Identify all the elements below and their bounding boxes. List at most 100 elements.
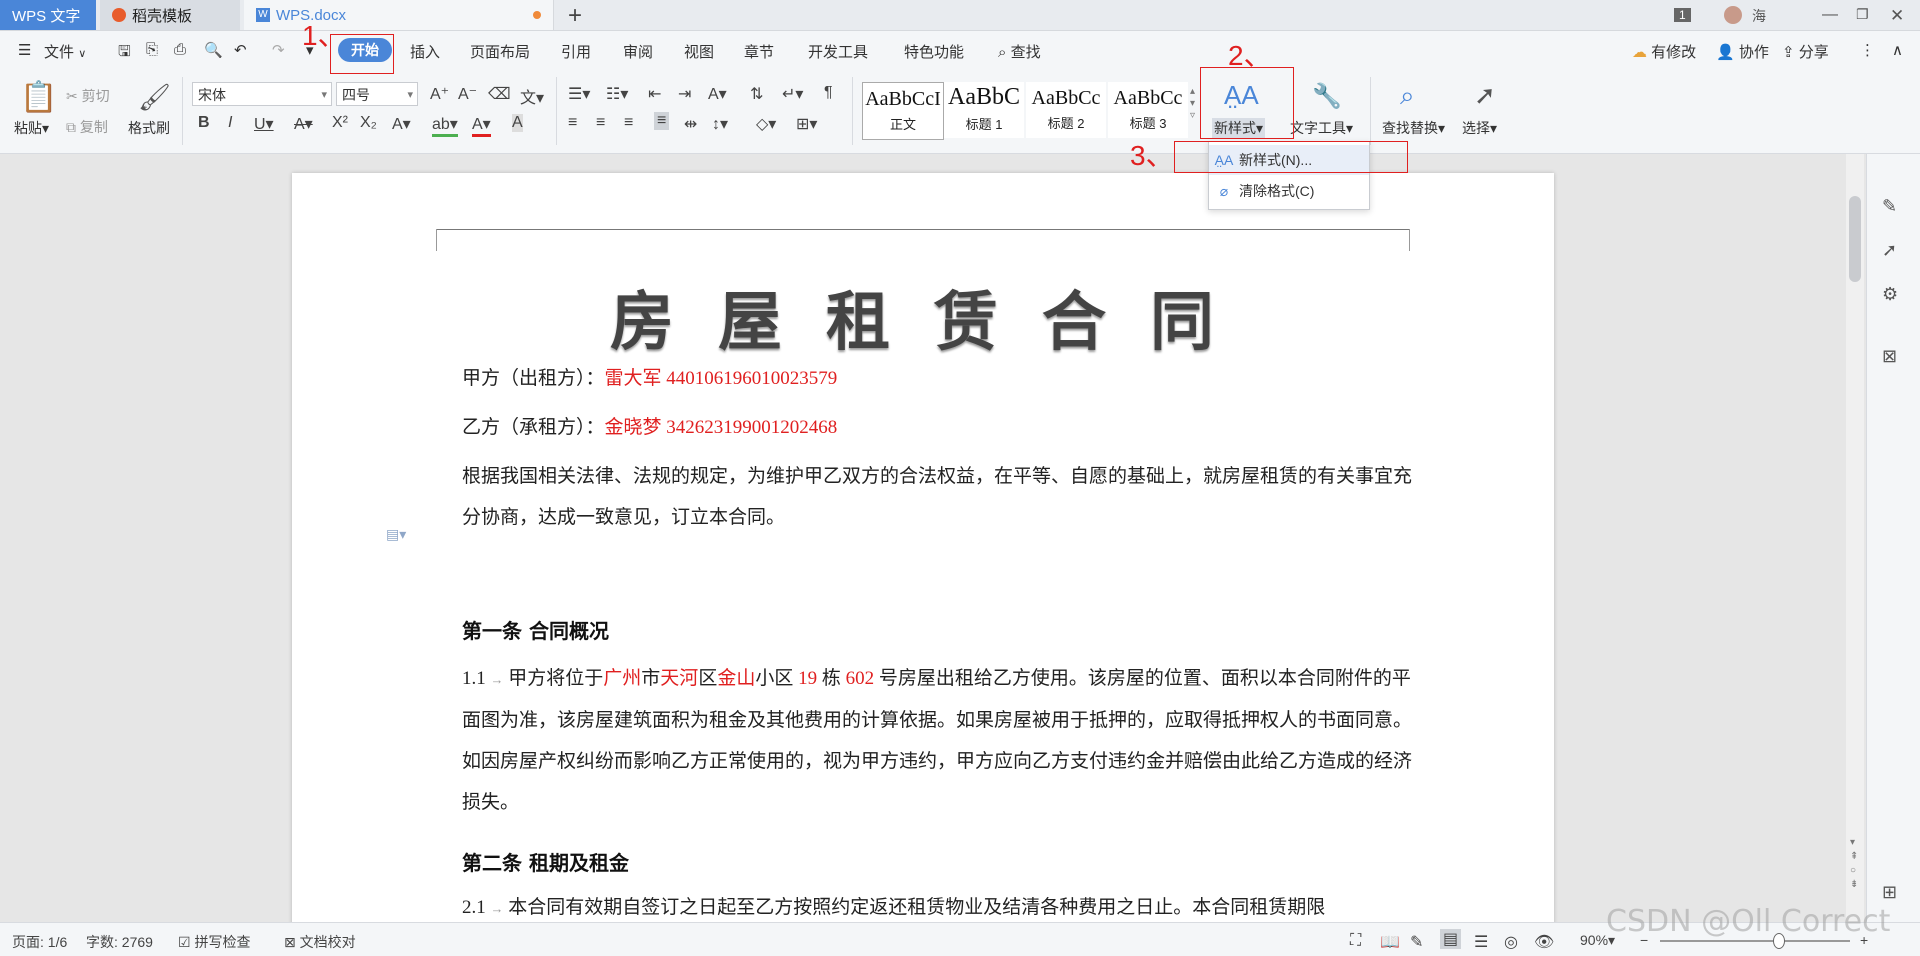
align-center-icon[interactable]: ≡: [596, 114, 605, 132]
show-marks-icon[interactable]: ¶: [824, 84, 833, 102]
edit-mode-icon[interactable]: ✎: [1410, 932, 1423, 952]
phonetic-icon[interactable]: 文▾: [520, 84, 544, 108]
copy-button[interactable]: ⧉ 复制: [66, 117, 108, 137]
italic-icon[interactable]: I: [228, 114, 232, 132]
user-name[interactable]: 海: [1752, 6, 1766, 26]
line-spacing-icon[interactable]: ↕▾: [712, 114, 728, 134]
wrench-icon[interactable]: 🔧: [1312, 82, 1342, 111]
menu-review[interactable]: 审阅: [623, 41, 653, 62]
collaborate-button[interactable]: 👤 协作: [1716, 41, 1769, 62]
spell-check-button[interactable]: ☑ 拼写检查: [178, 932, 250, 952]
style-heading-3[interactable]: AaBbCc 标题 3: [1108, 82, 1188, 138]
restore-icon[interactable]: ❐: [1856, 6, 1869, 23]
clear-format-menu-item[interactable]: ⌀ 清除格式(C): [1209, 176, 1369, 206]
menu-developer[interactable]: 开发工具: [808, 41, 868, 62]
find-replace-icon[interactable]: ⌕: [1400, 80, 1415, 112]
word-count[interactable]: 字数: 2769: [86, 932, 153, 952]
paragraph-handle-icon[interactable]: ▤▾: [386, 526, 406, 543]
collapse-ribbon-icon[interactable]: ∧: [1892, 41, 1903, 59]
sort-icon[interactable]: ⇅: [750, 84, 763, 104]
increase-indent-icon[interactable]: ⇥: [678, 84, 691, 104]
shrink-font-icon[interactable]: A⁻: [458, 84, 477, 104]
tab-docer-templates[interactable]: 稻壳模板: [100, 0, 240, 30]
text-effect-icon[interactable]: A▾: [392, 114, 411, 134]
shading-icon[interactable]: ◇▾: [756, 114, 776, 134]
align-right-icon[interactable]: ≡: [624, 114, 633, 132]
side-panel-icon[interactable]: ⊠: [1882, 346, 1897, 367]
page-badge[interactable]: 1: [1674, 8, 1691, 22]
eye-protection-icon[interactable]: 👁: [1534, 932, 1554, 952]
borders-icon[interactable]: ⊞▾: [796, 114, 817, 134]
page-nav-icon[interactable]: ▾ ⇞ ○ ⇟: [1850, 836, 1858, 892]
print-preview-icon[interactable]: 🔍: [204, 41, 223, 59]
style-heading-1[interactable]: AaBbC 标题 1: [944, 82, 1024, 138]
avatar[interactable]: [1724, 6, 1742, 24]
justify-icon[interactable]: ≡: [654, 112, 670, 130]
grow-font-icon[interactable]: A⁺: [430, 84, 449, 104]
zoom-slider[interactable]: [1660, 940, 1850, 942]
decrease-indent-icon[interactable]: ⇤: [648, 84, 661, 104]
minimize-icon[interactable]: —: [1822, 6, 1838, 24]
font-name-select[interactable]: 宋体: [192, 82, 332, 107]
document-page[interactable]: 房屋租赁合同 甲方（出租方）：雷大军 440106196010023579 乙方…: [292, 173, 1554, 933]
edit-pen-icon[interactable]: ✎: [1882, 196, 1897, 217]
align-left-icon[interactable]: ≡: [568, 114, 577, 132]
gallery-scroll-icon[interactable]: ▴ ▾ ▿: [1190, 86, 1195, 122]
page-view-icon[interactable]: ▤: [1440, 929, 1462, 949]
subscript-icon[interactable]: X₂: [360, 114, 377, 132]
web-view-icon[interactable]: ◎: [1504, 932, 1518, 952]
format-painter-button[interactable]: 格式刷: [128, 118, 170, 138]
menu-page-layout[interactable]: 页面布局: [470, 41, 530, 62]
font-size-select[interactable]: 四号: [336, 82, 418, 107]
tab-wps-writer[interactable]: WPS 文字: [0, 0, 96, 30]
style-normal[interactable]: AaBbCcI 正文: [862, 82, 944, 140]
proofread-button[interactable]: ⊠ 文档校对: [284, 932, 356, 952]
eraser-icon[interactable]: ⌫: [488, 84, 511, 104]
pointer-icon[interactable]: ➚: [1882, 240, 1897, 261]
modified-button[interactable]: ☁ 有修改: [1632, 41, 1696, 62]
superscript-icon[interactable]: X²: [332, 114, 348, 132]
bullet-list-icon[interactable]: ☰▾: [568, 84, 590, 104]
line-break-icon[interactable]: ↵▾: [782, 84, 803, 104]
file-menu[interactable]: 文件 ∨: [44, 41, 86, 62]
outline-view-icon[interactable]: ☰: [1474, 932, 1488, 952]
app-grid-icon[interactable]: ⊞: [1882, 882, 1897, 903]
bold-icon[interactable]: B: [198, 114, 210, 132]
strikethrough-icon[interactable]: A▾: [294, 114, 313, 134]
menu-view[interactable]: 视图: [684, 41, 714, 62]
menu-references[interactable]: 引用: [561, 41, 591, 62]
fullscreen-icon[interactable]: ⛶: [1350, 932, 1361, 950]
close-icon[interactable]: ✕: [1890, 6, 1904, 26]
numbered-list-icon[interactable]: ☷▾: [606, 84, 628, 104]
paste-button[interactable]: 粘贴▾: [14, 118, 49, 138]
print-icon[interactable]: ⎙: [174, 41, 186, 58]
format-clip-icon[interactable]: ⎘: [146, 41, 158, 58]
text-tools-button[interactable]: 文字工具▾: [1290, 118, 1353, 138]
find-replace-button[interactable]: 查找替换▾: [1382, 118, 1445, 138]
cursor-select-icon[interactable]: ➚: [1474, 80, 1496, 111]
style-heading-2[interactable]: AaBbCc 标题 2: [1026, 82, 1106, 138]
share-button[interactable]: ⇪ 分享: [1782, 41, 1829, 62]
more-icon[interactable]: ⋮: [1860, 41, 1875, 59]
highlight-icon[interactable]: ab▾: [432, 114, 458, 137]
scrollbar-thumb[interactable]: [1849, 196, 1861, 282]
settings-sliders-icon[interactable]: ⚙: [1882, 284, 1898, 305]
select-button[interactable]: 选择▾: [1462, 118, 1497, 138]
distributed-icon[interactable]: ⇹: [684, 114, 697, 134]
save-icon[interactable]: 🖫: [118, 41, 131, 66]
tab-document[interactable]: W WPS.docx: [244, 0, 554, 30]
hamburger-icon[interactable]: ☰: [18, 41, 31, 59]
text-direction-icon[interactable]: A▾: [708, 84, 727, 104]
reading-mode-icon[interactable]: 📖: [1380, 932, 1400, 952]
menu-chapter[interactable]: 章节: [744, 41, 774, 62]
format-painter-icon[interactable]: 🖌: [138, 82, 171, 113]
page-indicator[interactable]: 页面: 1/6: [12, 932, 67, 952]
undo-icon[interactable]: ↶: [234, 41, 247, 59]
redo-icon[interactable]: ↷: [272, 41, 285, 59]
paste-icon[interactable]: 📋: [20, 80, 57, 115]
search-menu[interactable]: ⌕ 查找: [998, 41, 1041, 62]
font-color-icon[interactable]: A▾: [472, 114, 491, 137]
menu-insert[interactable]: 插入: [410, 41, 440, 62]
underline-icon[interactable]: U▾: [254, 114, 274, 134]
menu-features[interactable]: 特色功能: [904, 41, 964, 62]
